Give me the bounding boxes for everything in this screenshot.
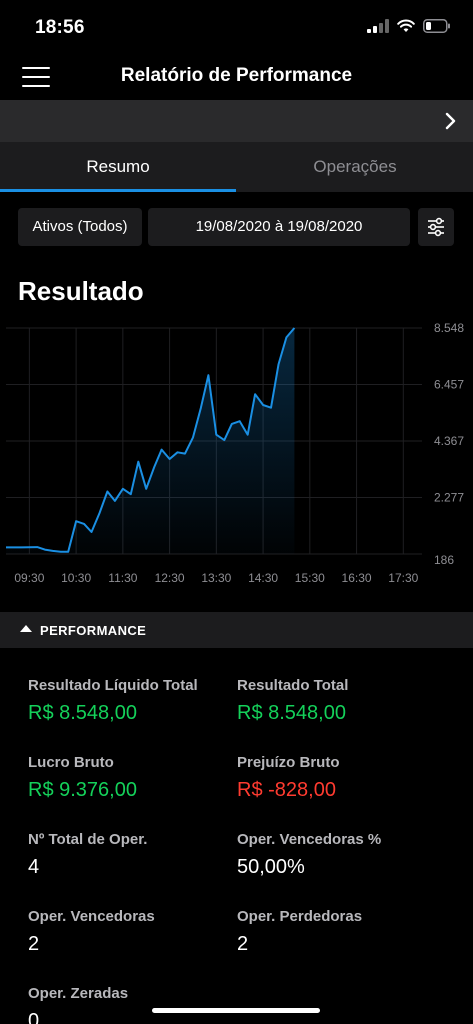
- metric-total-operations: Nº Total de Oper. 4: [28, 831, 238, 879]
- metric-value: R$ 8.548,00: [237, 702, 346, 724]
- metric-value: R$ -828,00: [237, 779, 336, 801]
- section-title: Resultado: [18, 276, 144, 306]
- result-chart-svg: 09:30 10:30 11:30 12:30 13:30 14:30 15:30 16:30…: [6, 321, 464, 585]
- status-icons: [367, 19, 451, 33]
- filters-row: Ativos (Todos) 19/08/2020 à 19/08/2020: [0, 208, 473, 246]
- x-tick-label: 13:30: [201, 571, 231, 585]
- metric-label: Prejuízo Bruto: [237, 754, 340, 771]
- x-tick-label: 10:30: [61, 571, 91, 585]
- expand-banner[interactable]: [0, 100, 473, 142]
- status-time: 18:56: [35, 17, 85, 38]
- tab-indicator: [0, 189, 236, 192]
- home-indicator: [152, 1008, 320, 1013]
- metric-label: Oper. Vencedoras: [28, 908, 155, 925]
- metric-label: Resultado Total: [237, 677, 349, 694]
- y-tick-label: 4.367: [434, 434, 464, 448]
- metric-value: R$ 8.548,00: [28, 702, 137, 724]
- metric-label: Oper. Perdedoras: [237, 908, 363, 925]
- metric-value: 2: [28, 933, 40, 955]
- result-chart: 09:30 10:30 11:30 12:30 13:30 14:30 15:30 16:30…: [0, 318, 473, 592]
- wifi-icon: [397, 19, 415, 32]
- battery-icon: [423, 19, 450, 33]
- y-tick-label: 6.457: [434, 378, 464, 392]
- metric-win-rate: Oper. Vencedoras % 50,00%: [237, 831, 447, 879]
- x-tick-label: 09:30: [14, 571, 44, 585]
- cellular-signal-icon: [367, 19, 389, 33]
- x-tick-label: 11:30: [108, 571, 137, 585]
- x-tick-label: 14:30: [248, 571, 278, 585]
- x-tick-label: 15:30: [295, 571, 325, 585]
- y-tick-label: 186: [434, 553, 454, 567]
- metric-total-result: Resultado Total R$ 8.548,00: [237, 677, 447, 725]
- metric-zeroed-operations: Oper. Zeradas 0: [28, 985, 238, 1024]
- sliders-icon: [428, 217, 444, 237]
- metric-value: 4: [28, 856, 40, 878]
- metric-gross-profit: Lucro Bruto R$ 9.376,00: [28, 754, 238, 802]
- metric-label: Oper. Vencedoras %: [237, 831, 382, 848]
- metric-winning-operations: Oper. Vencedoras 2: [28, 908, 238, 956]
- y-tick-label: 8.548: [434, 321, 464, 335]
- metric-value: 2: [237, 933, 249, 955]
- metric-value: R$ 9.376,00: [28, 779, 137, 801]
- chevron-right-icon: [445, 112, 456, 130]
- metric-label: Lucro Bruto: [28, 754, 114, 771]
- tab-resumo[interactable]: Resumo: [0, 142, 236, 192]
- y-tick-label: 2.277: [434, 490, 464, 504]
- metric-net-result: Resultado Líquido Total R$ 8.548,00: [28, 677, 238, 725]
- page-title: Relatório de Performance: [120, 65, 353, 86]
- nav-bar: Relatório de Performance: [0, 56, 473, 100]
- metric-losing-operations: Oper. Perdedoras 2: [237, 908, 447, 956]
- assets-filter-button[interactable]: Ativos (Todos): [18, 208, 142, 246]
- filter-settings-button[interactable]: [418, 208, 454, 246]
- metric-value: 50,00%: [237, 856, 305, 878]
- metric-label: Resultado Líquido Total: [28, 677, 198, 694]
- x-tick-label: 12:30: [155, 571, 185, 585]
- tab-bar: Resumo Operações: [0, 142, 473, 192]
- tab-operacoes[interactable]: Operações: [237, 142, 473, 192]
- performance-header-label: PERFORMANCE: [40, 623, 147, 638]
- metric-label: Nº Total de Oper.: [28, 831, 148, 848]
- status-bar: 18:56: [0, 0, 473, 56]
- metric-label: Oper. Zeradas: [28, 985, 129, 1002]
- metric-gross-loss: Prejuízo Bruto R$ -828,00: [237, 754, 447, 802]
- x-tick-label: 16:30: [342, 571, 372, 585]
- performance-section-toggle[interactable]: PERFORMANCE: [0, 612, 473, 648]
- x-tick-label: 17:30: [388, 571, 418, 585]
- date-range-button[interactable]: 19/08/2020 à 19/08/2020: [148, 208, 410, 246]
- collapse-arrow-icon: [20, 625, 32, 632]
